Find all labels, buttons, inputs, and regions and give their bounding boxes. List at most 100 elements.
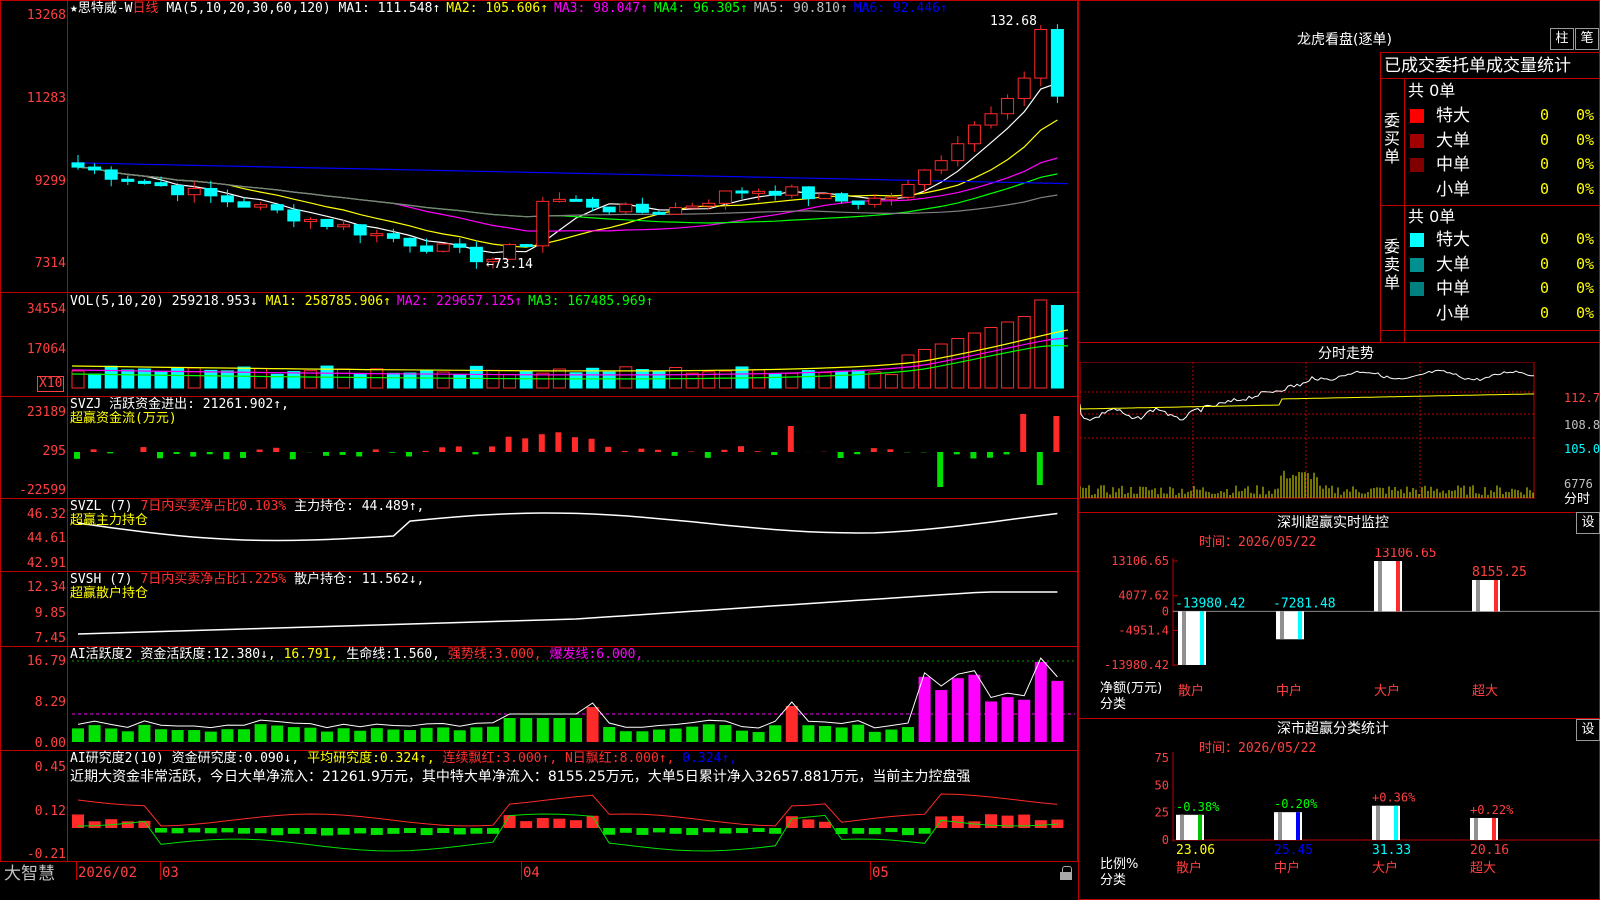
ai1-bar <box>536 718 549 742</box>
sc-category-label: 超大 <box>1470 861 1496 876</box>
lock-icon-body <box>1060 872 1072 880</box>
candle-body <box>270 204 284 211</box>
candle-body <box>785 186 799 196</box>
svzj-axis-1: 23189 <box>26 405 66 420</box>
svzj-bar <box>206 452 213 455</box>
stock-name[interactable]: ★思特威-W <box>70 1 132 16</box>
ai2-bar <box>619 828 632 833</box>
vol-name: VOL(5,10,20) <box>70 294 164 309</box>
period-label[interactable]: 日线 <box>132 1 158 16</box>
candle-body <box>685 205 699 209</box>
bar-edge <box>1200 611 1204 665</box>
ai2-bar <box>404 828 416 834</box>
sz-divider <box>1078 512 1600 513</box>
ai2-bar <box>204 828 217 834</box>
ma-params: MA(5,10,20,30,60,120) <box>166 1 331 16</box>
ai1-bar <box>653 729 665 742</box>
svzj-label: 活跃资金进出: <box>109 397 195 412</box>
ai1-bar <box>321 731 333 742</box>
vol-axis-1: 34554 <box>26 302 66 317</box>
ma-item: MA1: 111.548↑ <box>338 1 441 16</box>
order-pct: 0% <box>1576 130 1595 149</box>
order-type: 特大 <box>1436 230 1470 250</box>
sz-value-label: -7281.48 <box>1273 596 1336 611</box>
candle-body <box>121 178 135 182</box>
tick-mode-button[interactable]: 笔 <box>1575 28 1599 50</box>
candle-body <box>586 198 600 208</box>
bar-shade <box>1376 805 1380 840</box>
intraday-unit: 分时 <box>1564 492 1591 507</box>
candle-body <box>104 169 118 180</box>
svzj-bar <box>140 447 147 452</box>
ai1-label-4: 强势线: <box>447 647 495 662</box>
volume-bar <box>685 372 699 389</box>
ai1-bar <box>1051 680 1064 742</box>
svsh-value: 11.562↓, <box>361 572 425 587</box>
sz-category-label: 中户 <box>1276 683 1302 699</box>
ai2-bar <box>470 828 483 834</box>
ai2-label-1: 资金研究度: <box>171 751 245 766</box>
intraday-axis-3: 105.0 <box>1564 442 1600 456</box>
sc-value-label: 23.06 <box>1176 843 1215 858</box>
svzj-header: SVZJ 活跃资金进出: 21261.902↑, <box>70 398 289 412</box>
sz-tick-label: -13980.42 <box>1104 658 1169 672</box>
svzj-bar <box>339 452 346 455</box>
volume-bar <box>403 372 417 389</box>
ai2-bar <box>636 828 649 835</box>
ai1-bar <box>885 729 898 742</box>
svsh-header: SVSH (7) 7日内买卖净占比1.225% 散户持仓: 11.562↓, <box>70 573 424 587</box>
candle-body <box>984 113 998 126</box>
svzj-bar <box>439 447 446 452</box>
ai2-bar <box>254 828 267 834</box>
order-type: 大单 <box>1436 130 1470 151</box>
ai1-name: AI活跃度2 <box>70 647 133 662</box>
intraday-chart[interactable] <box>1080 362 1560 512</box>
bar-mode-button[interactable]: 柱 <box>1550 28 1574 50</box>
x-label-4: 05 <box>872 865 889 881</box>
ai2-bar <box>520 821 533 828</box>
candle-body <box>934 160 948 171</box>
low-price-label: ←73.14 <box>486 257 533 272</box>
volume-bar <box>519 370 533 389</box>
svzl-value: 44.489↑, <box>361 499 425 514</box>
candle-body <box>1017 77 1031 99</box>
bar-shade <box>1474 817 1478 840</box>
ai2-bar <box>752 828 765 833</box>
sz-axis-note2: 分类 <box>1100 697 1127 712</box>
ai2-bar <box>669 828 682 834</box>
ai2-bar <box>453 828 466 835</box>
ai2-bar <box>287 828 300 834</box>
sc-value-label: 25.45 <box>1274 843 1313 858</box>
volume-bar <box>619 366 633 389</box>
sc-bar-chart: 75 50 25 0 -0.38% 23.06 散户 -0.20% 25.45 中户 +0.36% 3… <box>1155 752 1600 876</box>
svzj-bar <box>107 452 114 454</box>
kline-svg[interactable] <box>0 0 1078 862</box>
svzj-bar <box>555 432 562 452</box>
svzj-axis-3: -22599 <box>19 483 66 498</box>
candle-body <box>801 186 815 200</box>
sc-divider <box>1078 718 1600 719</box>
stats-title: 已成交委托单成交量统计 <box>1384 56 1571 76</box>
sz-settings-button[interactable]: 设 <box>1576 512 1600 534</box>
candle-body <box>436 243 450 252</box>
ai2-red-line <box>77 793 1058 827</box>
candle-body <box>951 143 965 162</box>
bar-edge <box>1396 561 1400 612</box>
x-label-2: 03 <box>162 865 179 881</box>
candle-body <box>619 203 633 213</box>
sc-settings-button[interactable]: 设 <box>1576 719 1600 741</box>
volume-bar <box>254 367 268 389</box>
svsh-label: 散户持仓: <box>294 572 354 587</box>
bar-edge <box>1394 805 1398 840</box>
ai2-bar <box>719 828 732 834</box>
bar-edge <box>1494 580 1498 612</box>
ai1-value-5: 6.000, <box>596 647 644 662</box>
ma-item: MA6: 92.446↑ <box>853 1 948 16</box>
brand-label[interactable]: 大智慧 <box>4 865 55 883</box>
ma-values: MA1: 111.548↑ MA2: 105.606↑ MA3: 98.047↑ MA… <box>339 1 954 16</box>
ai1-bar <box>553 718 566 742</box>
volume-bar <box>453 374 467 389</box>
stats-divider <box>1380 205 1600 206</box>
intraday-divider <box>1078 342 1600 343</box>
svsh-axis-3: 7.45 <box>34 631 66 646</box>
